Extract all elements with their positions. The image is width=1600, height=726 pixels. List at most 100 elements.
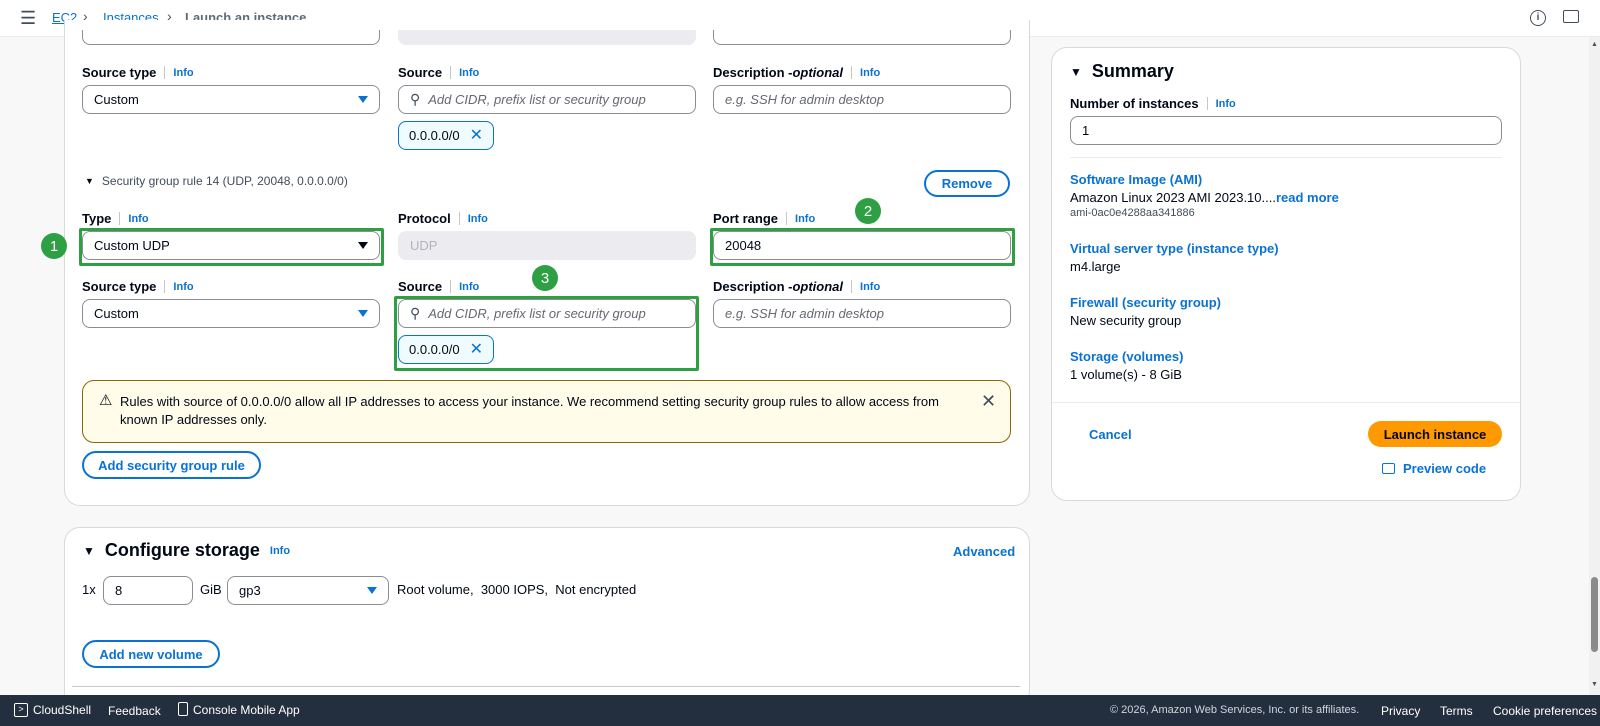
token-label: 0.0.0.0/0 — [409, 128, 460, 143]
volume-description: Root volume, 3000 IOPS, Not encrypted — [397, 582, 637, 597]
dismiss-icon[interactable]: ✕ — [981, 391, 996, 412]
rule-header-text: Security group rule 14 (UDP, 20048, 0.0.… — [101, 174, 348, 188]
label-text: Source type — [82, 65, 157, 80]
info-link[interactable]: Info — [173, 67, 193, 79]
label-text: Source type — [82, 279, 157, 294]
caret-down-icon[interactable]: ▼ — [83, 544, 95, 558]
add-security-group-rule-button[interactable]: Add security group rule — [82, 451, 261, 479]
remove-button[interactable]: Remove — [924, 170, 1010, 197]
placeholder: Add CIDR, prefix list or security group — [428, 92, 646, 107]
storage-link[interactable]: Storage (volumes) — [1070, 349, 1183, 364]
scroll-up-arrow[interactable]: ▲ — [1591, 41, 1598, 48]
label-text: Type — [82, 211, 112, 226]
firewall-link[interactable]: Firewall (security group) — [1070, 295, 1221, 310]
source-search-input[interactable]: ⚲ Add CIDR, prefix list or security grou… — [398, 299, 696, 328]
cloudshell-icon[interactable]: > — [14, 703, 28, 717]
source-label: Source Info — [398, 65, 479, 80]
rule-14-header[interactable]: ▼ Security group rule 14 (UDP, 20048, 0.… — [85, 174, 348, 188]
label-text: Description - — [713, 65, 793, 80]
description-input[interactable]: e.g. SSH for admin desktop — [713, 299, 1011, 328]
number-of-instances-input[interactable]: 1 — [1070, 116, 1502, 145]
warning-triangle-icon: ⚠ — [99, 392, 113, 409]
source-search-input[interactable]: ⚲ Add CIDR, prefix list or security grou… — [398, 85, 696, 114]
copyright-text: © 2026, Amazon Web Services, Inc. or its… — [1110, 704, 1360, 716]
label-text: Number of instances — [1070, 96, 1199, 111]
token-label: 0.0.0.0/0 — [409, 342, 460, 357]
scroll-down-arrow[interactable]: ▼ — [1591, 681, 1598, 688]
source-type-select[interactable]: Custom — [82, 299, 380, 328]
field-value: 8 — [115, 583, 123, 598]
info-link[interactable]: Info — [860, 281, 880, 293]
info-link[interactable]: Info — [468, 213, 488, 225]
info-link[interactable]: Info — [795, 213, 815, 225]
warning-alert: ⚠ Rules with source of 0.0.0.0/0 allow a… — [82, 380, 1011, 443]
label-text: Description - — [713, 279, 793, 294]
info-circle-icon[interactable]: i — [1530, 10, 1546, 26]
scrollbar-track[interactable]: ▲ ▼ — [1589, 37, 1600, 695]
instance-type-link[interactable]: Virtual server type (instance type) — [1070, 241, 1279, 256]
description-label: Description - optional Info — [713, 65, 880, 80]
prev-row-field — [82, 30, 380, 45]
prev-row-field — [398, 30, 696, 45]
caret-down-icon — [358, 96, 368, 103]
divider — [1070, 157, 1502, 158]
caret-down-icon — [358, 242, 368, 249]
feedback-screen-icon[interactable] — [1563, 10, 1579, 23]
type-select[interactable]: Custom UDP — [82, 231, 380, 260]
volume-type-select[interactable]: gp3 — [227, 576, 389, 605]
protocol-label: Protocol Info — [398, 211, 488, 226]
label-text: Protocol — [398, 211, 451, 226]
divider — [1052, 402, 1520, 403]
info-link[interactable]: Info — [1216, 98, 1236, 110]
field-value: UDP — [410, 238, 438, 253]
annotation-badge-2: 2 — [855, 198, 881, 224]
console-mobile-app-link[interactable]: Console Mobile App — [193, 703, 300, 717]
instance-type-value: m4.large — [1070, 259, 1121, 274]
feedback-link[interactable]: Feedback — [108, 704, 161, 718]
info-link[interactable]: Info — [270, 545, 290, 557]
select-value: Custom — [94, 306, 139, 321]
info-link[interactable]: Info — [173, 281, 193, 293]
cloudshell-link[interactable]: CloudShell — [33, 703, 91, 717]
annotation-badge-1: 1 — [41, 233, 67, 259]
scrollbar-thumb[interactable] — [1591, 577, 1598, 652]
placeholder: e.g. SSH for admin desktop — [725, 306, 884, 321]
description-input[interactable]: e.g. SSH for admin desktop — [713, 85, 1011, 114]
select-value: Custom — [94, 92, 139, 107]
protocol-field: UDP — [398, 231, 696, 260]
mobile-app-icon[interactable] — [178, 702, 188, 716]
label-text: Port range — [713, 211, 779, 226]
volume-size-input[interactable]: 8 — [103, 576, 193, 605]
storage-header: ▼ Configure storage Info — [83, 540, 290, 561]
close-icon[interactable]: ✕ — [470, 127, 483, 144]
summary-header: ▼ Summary — [1070, 61, 1174, 82]
menu-icon[interactable]: ☰ — [20, 9, 36, 27]
caret-down-icon[interactable]: ▼ — [1070, 65, 1082, 79]
preview-code-button[interactable]: Preview code — [1382, 461, 1486, 476]
placeholder: Add CIDR, prefix list or security group — [428, 306, 646, 321]
firewall-value: New security group — [1070, 313, 1182, 328]
info-link[interactable]: Info — [459, 281, 479, 293]
info-link[interactable]: Info — [860, 67, 880, 79]
read-more-link[interactable]: read more — [1276, 190, 1339, 205]
cancel-button[interactable]: Cancel — [1089, 427, 1132, 442]
code-preview-icon — [1382, 463, 1395, 474]
cookie-preferences-link[interactable]: Cookie preferences — [1493, 704, 1597, 718]
port-range-input[interactable]: 20048 — [713, 231, 1011, 260]
volume-unit: GiB — [200, 582, 222, 597]
launch-instance-button[interactable]: Launch instance — [1368, 421, 1502, 447]
search-icon: ⚲ — [410, 305, 421, 321]
software-image-link[interactable]: Software Image (AMI) — [1070, 172, 1202, 187]
add-new-volume-button[interactable]: Add new volume — [82, 640, 220, 668]
optional-text: optional — [792, 65, 844, 80]
terms-link[interactable]: Terms — [1440, 704, 1473, 718]
privacy-link[interactable]: Privacy — [1381, 704, 1420, 718]
source-type-select[interactable]: Custom — [82, 85, 380, 114]
warning-text: Rules with source of 0.0.0.0/0 allow all… — [120, 394, 939, 427]
source-type-label: Source type Info — [82, 65, 194, 80]
info-link[interactable]: Info — [459, 67, 479, 79]
advanced-link[interactable]: Advanced — [953, 544, 1015, 559]
info-link[interactable]: Info — [128, 213, 148, 225]
footer-bar: > CloudShell Feedback Console Mobile App… — [0, 695, 1600, 726]
close-icon[interactable]: ✕ — [470, 341, 483, 358]
